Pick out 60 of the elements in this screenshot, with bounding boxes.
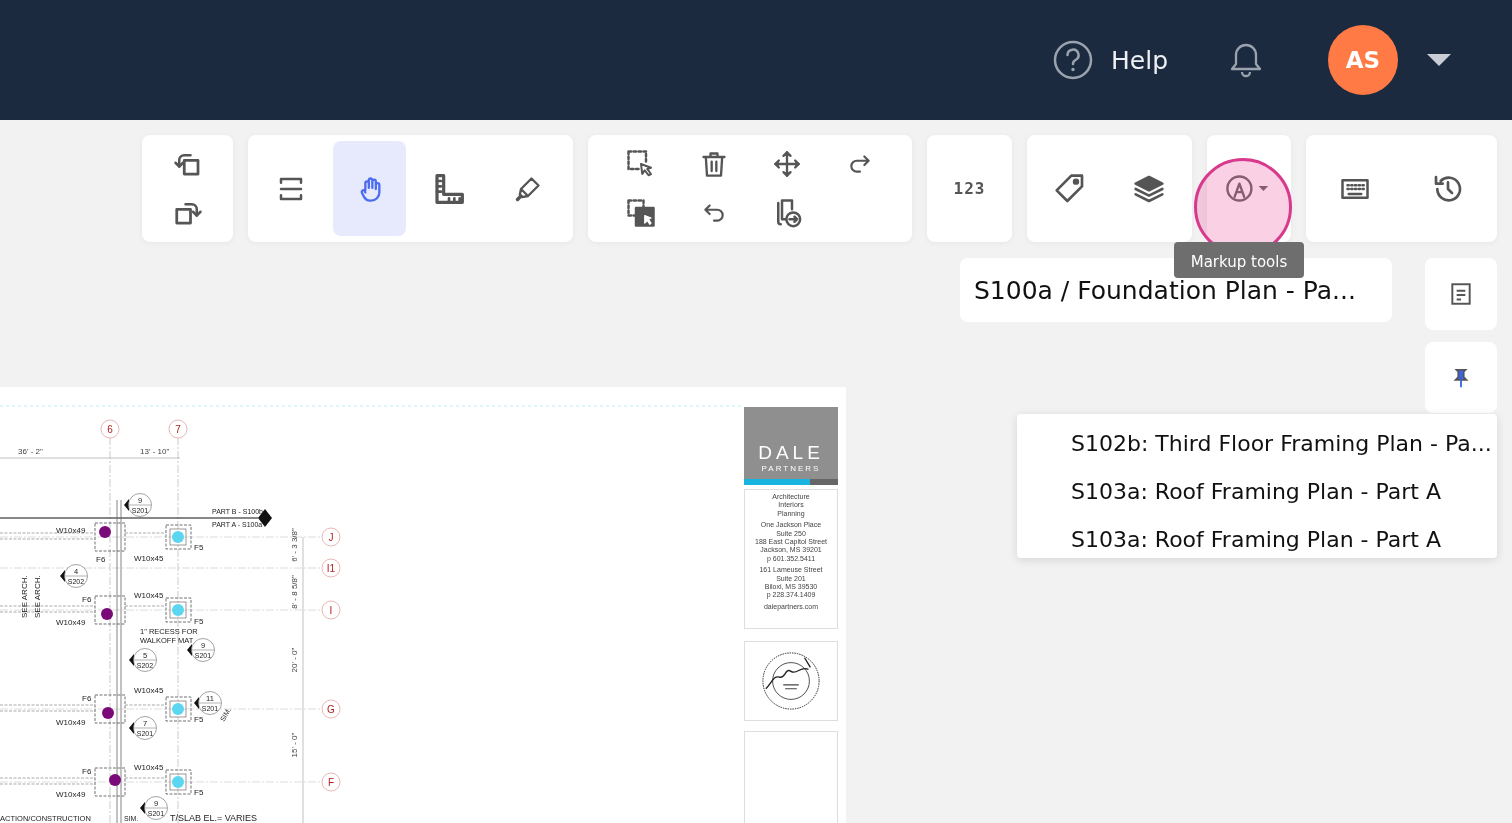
beam-label: W10x49 (56, 618, 86, 627)
grid-bubble: 7 (168, 419, 188, 439)
column-footing (94, 522, 126, 552)
sheet-list-item[interactable]: S102b: Third Floor Framing Plan - Pa... (1017, 419, 1497, 467)
grid-bubble: G (321, 699, 341, 719)
column-footing (165, 597, 192, 623)
beam-label: W10x45 (134, 591, 164, 600)
ruler-icon (432, 172, 465, 205)
column-footing (165, 696, 192, 722)
beam-label: F6 (96, 555, 106, 564)
pin-button[interactable] (1425, 342, 1497, 413)
grid-bubble: 6 (100, 419, 120, 439)
dimension-label: 6' - 3 3/8" (290, 528, 299, 562)
beam-label: F6 (82, 595, 92, 604)
grid-bubble: J (321, 527, 341, 547)
dimension-label: 13' - 10" (140, 447, 170, 456)
tooltip: Markup tools (1174, 242, 1304, 278)
text-tool[interactable]: 123 (933, 141, 1006, 236)
help-link[interactable]: Help (1053, 40, 1168, 80)
firm-logo: DALE PARTNERS (744, 407, 838, 479)
sheet-details-button[interactable] (1425, 258, 1497, 330)
beam-label: W10x49 (56, 718, 86, 727)
sheet-list-item[interactable]: S103a: Roof Framing Plan - Part A (1017, 515, 1497, 563)
document-icon (1448, 281, 1474, 307)
move-icon (772, 149, 801, 178)
beam-label: W10x45 (134, 763, 164, 772)
column-footing (165, 769, 192, 795)
sheet-list-item[interactable]: S103a: Roof Framing Plan - Part A (1017, 467, 1497, 515)
dimension-label: 36' - 2" (18, 447, 43, 456)
beam-label: F5 (194, 715, 204, 724)
hand-tool[interactable] (333, 141, 406, 236)
beam-label: F6 (82, 694, 92, 703)
grid-bubble: F (321, 772, 341, 792)
column-footing (94, 595, 126, 625)
trash-icon (699, 149, 728, 178)
dimension-label: 20' - 0" (290, 647, 299, 673)
column-footing (94, 767, 126, 797)
select-copy-icon (625, 198, 656, 229)
dimension-label: 8' - 8 5/8" (290, 575, 299, 609)
beam-label: F6 (82, 767, 92, 776)
dimension-label: 15' - 0" (290, 732, 299, 758)
column-footing (94, 694, 126, 724)
beam-label: F5 (194, 617, 204, 626)
column-footing (165, 524, 192, 550)
plan-note: SEE ARCH. (20, 575, 29, 618)
beam-label: W10x45 (134, 686, 164, 695)
grid-bubble: I (321, 600, 341, 620)
help-icon (1053, 40, 1093, 80)
highlighter-icon (513, 174, 542, 203)
beam-label: W10x49 (56, 790, 86, 799)
grid-bubble: I1 (321, 558, 341, 578)
beam-label: W10x49 (56, 526, 86, 535)
seal-drawing (760, 650, 822, 712)
beam-label: F5 (194, 543, 204, 552)
plan-note: SEE ARCH. (33, 575, 42, 618)
tag-icon (1053, 172, 1086, 205)
beam-label: W10x45 (134, 554, 164, 563)
beam-label: F5 (194, 788, 204, 797)
plan-note: T/SLAB EL.= VARIES (170, 813, 258, 823)
caret-icon[interactable] (1426, 53, 1452, 67)
